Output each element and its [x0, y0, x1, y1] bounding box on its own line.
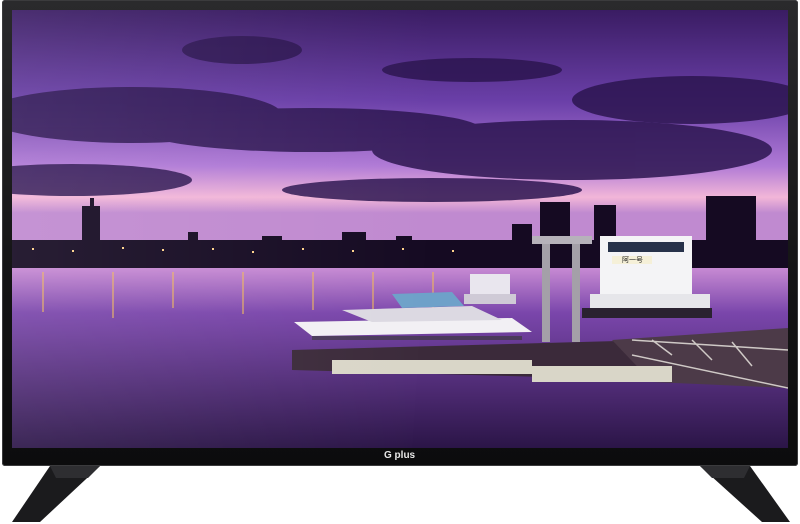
- screen-glare: [12, 10, 442, 448]
- ferry-sign: 阿一号: [622, 255, 643, 264]
- brand-logo: G plus: [384, 450, 424, 466]
- brand-logo-text: G plus: [384, 450, 416, 461]
- left-stand-foot: [10, 466, 120, 524]
- television: 阿一号 G plus: [0, 0, 800, 524]
- distant-boat: [464, 274, 516, 304]
- tv-screen: 阿一号: [12, 10, 788, 448]
- screen-image: 阿一号: [12, 10, 788, 448]
- right-stand-foot: [682, 466, 792, 524]
